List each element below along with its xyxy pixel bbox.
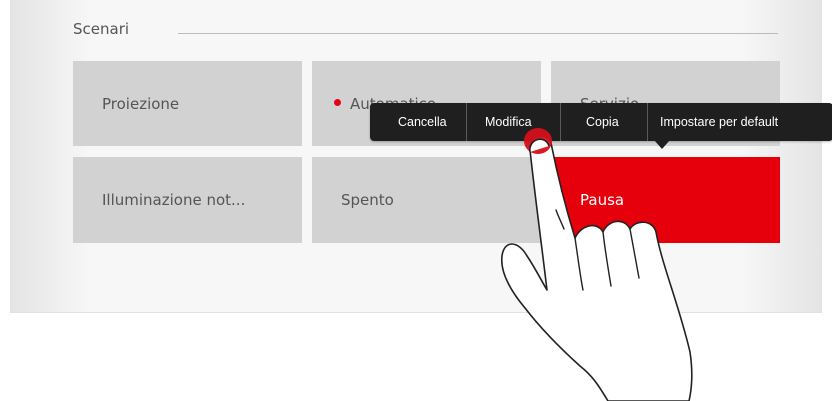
menu-item-impostare-default[interactable]: Impostare per default <box>648 103 778 141</box>
tile-label: Illuminazione not... <box>102 191 246 209</box>
menu-item-cancella[interactable]: Cancella <box>370 103 467 141</box>
scenario-tile-pausa[interactable]: Pausa <box>551 157 780 243</box>
section-divider <box>178 33 778 34</box>
scenario-tile-illuminazione[interactable]: Illuminazione not... <box>73 157 302 243</box>
tile-label: Spento <box>341 191 394 209</box>
active-indicator-dot-icon <box>334 99 341 106</box>
tile-label: Pausa <box>580 191 625 209</box>
context-menu: Cancella Modifica Copia Impostare per de… <box>370 103 832 141</box>
section-title: Scenari <box>73 20 130 38</box>
scenario-tile-spento[interactable]: Spento <box>312 157 541 243</box>
menu-item-copia[interactable]: Copia <box>561 103 648 141</box>
context-menu-pointer <box>654 140 670 149</box>
menu-item-modifica[interactable]: Modifica <box>467 103 561 141</box>
scenario-tile-proiezione[interactable]: Proiezione <box>73 61 302 146</box>
tile-label: Proiezione <box>102 94 180 113</box>
